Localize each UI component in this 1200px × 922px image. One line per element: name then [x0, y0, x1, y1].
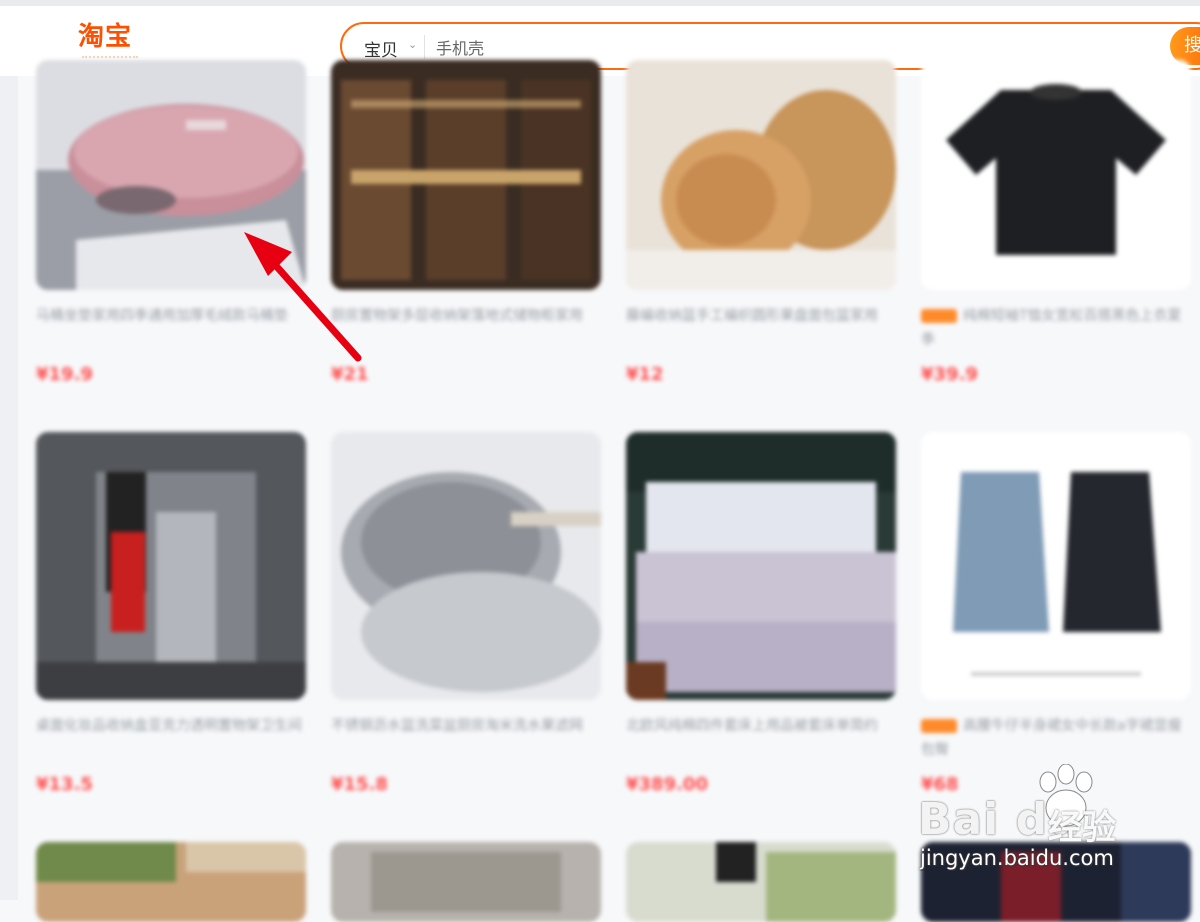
watermark-url: jingyan.baidu.com	[920, 846, 1114, 870]
product-card[interactable]: 马桶坐垫家用四季通用加厚毛绒款马桶垫 ¥19.9	[36, 60, 306, 385]
product-title[interactable]: 厨房置物架多层收纳架落地式储物柜家用	[331, 304, 601, 352]
product-price: ¥21	[331, 364, 369, 385]
product-title[interactable]: 不锈钢沥水篮洗菜盆厨房淘米洗水果滤网	[331, 714, 601, 762]
bottom-row-3-image	[626, 842, 896, 922]
product-title[interactable]: 马桶坐垫家用四季通用加厚毛绒款马桶垫	[36, 304, 306, 352]
product-image[interactable]	[36, 60, 306, 290]
black-tshirt-image	[921, 60, 1191, 290]
product-image[interactable]	[331, 842, 601, 922]
product-title[interactable]: 北欧风纯棉四件套床上用品被套床单简约	[626, 714, 896, 762]
bedding-set-image	[626, 432, 896, 700]
product-image[interactable]	[36, 842, 306, 922]
product-image[interactable]	[626, 842, 896, 922]
rattan-baskets-image	[626, 60, 896, 290]
product-price: ¥19.9	[36, 364, 93, 385]
product-card[interactable]: 纯棉短袖T恤女宽松百搭黑色上衣夏季 ¥39.9	[921, 60, 1191, 385]
product-grid: 马桶坐垫家用四季通用加厚毛绒款马桶垫 ¥19.9 厨房置物架多层收纳架落地式储物…	[0, 0, 1200, 922]
denim-skirts-image	[921, 432, 1191, 700]
product-price: ¥13.5	[36, 774, 93, 795]
product-card[interactable]	[626, 842, 896, 922]
product-card[interactable]	[36, 842, 306, 922]
product-price: ¥389.00	[626, 774, 708, 795]
promo-tag	[921, 309, 957, 323]
product-image[interactable]	[36, 432, 306, 700]
product-image[interactable]	[331, 60, 601, 290]
product-card[interactable]	[331, 842, 601, 922]
bottom-row-2-image	[331, 842, 601, 922]
product-card[interactable]: 藤编收纳篮手工编织圆形果盘面包篮家用 ¥12	[626, 60, 896, 385]
product-price: ¥12	[626, 364, 664, 385]
product-title[interactable]: 藤编收纳篮手工编织圆形果盘面包篮家用	[626, 304, 896, 352]
product-image[interactable]	[921, 432, 1191, 700]
product-card[interactable]: 厨房置物架多层收纳架落地式储物柜家用 ¥21	[331, 60, 601, 385]
pink-toilet-seat-cover-image	[36, 60, 306, 290]
steel-colander-image	[331, 432, 601, 700]
acrylic-organizer-image	[36, 432, 306, 700]
product-image[interactable]	[626, 60, 896, 290]
baidu-jingyan-watermark: Bai du 经验 jingyan.baidu.com	[918, 764, 1158, 880]
product-title[interactable]: 纯棉短袖T恤女宽松百搭黑色上衣夏季	[921, 304, 1191, 352]
product-image[interactable]	[331, 432, 601, 700]
product-card[interactable]: 高腰牛仔半身裙女中长款a字裙显瘦包臀 ¥68	[921, 432, 1191, 795]
product-title[interactable]: 桌面化妆品收纳盒亚克力透明置物架卫生间	[36, 714, 306, 762]
product-title[interactable]: 高腰牛仔半身裙女中长款a字裙显瘦包臀	[921, 714, 1191, 762]
product-price: ¥15.8	[331, 774, 388, 795]
kitchen-cabinet-image	[331, 60, 601, 290]
product-card[interactable]: 不锈钢沥水篮洗菜盆厨房淘米洗水果滤网 ¥15.8	[331, 432, 601, 795]
product-price: ¥39.9	[921, 364, 978, 385]
product-image[interactable]	[626, 432, 896, 700]
bottom-row-1-image	[36, 842, 306, 922]
promo-tag	[921, 719, 957, 733]
product-image[interactable]	[921, 60, 1191, 290]
product-card[interactable]: 北欧风纯棉四件套床上用品被套床单简约 ¥389.00	[626, 432, 896, 795]
watermark-jingyan-text: 经验	[1048, 808, 1116, 848]
product-card[interactable]: 桌面化妆品收纳盒亚克力透明置物架卫生间 ¥13.5	[36, 432, 306, 795]
